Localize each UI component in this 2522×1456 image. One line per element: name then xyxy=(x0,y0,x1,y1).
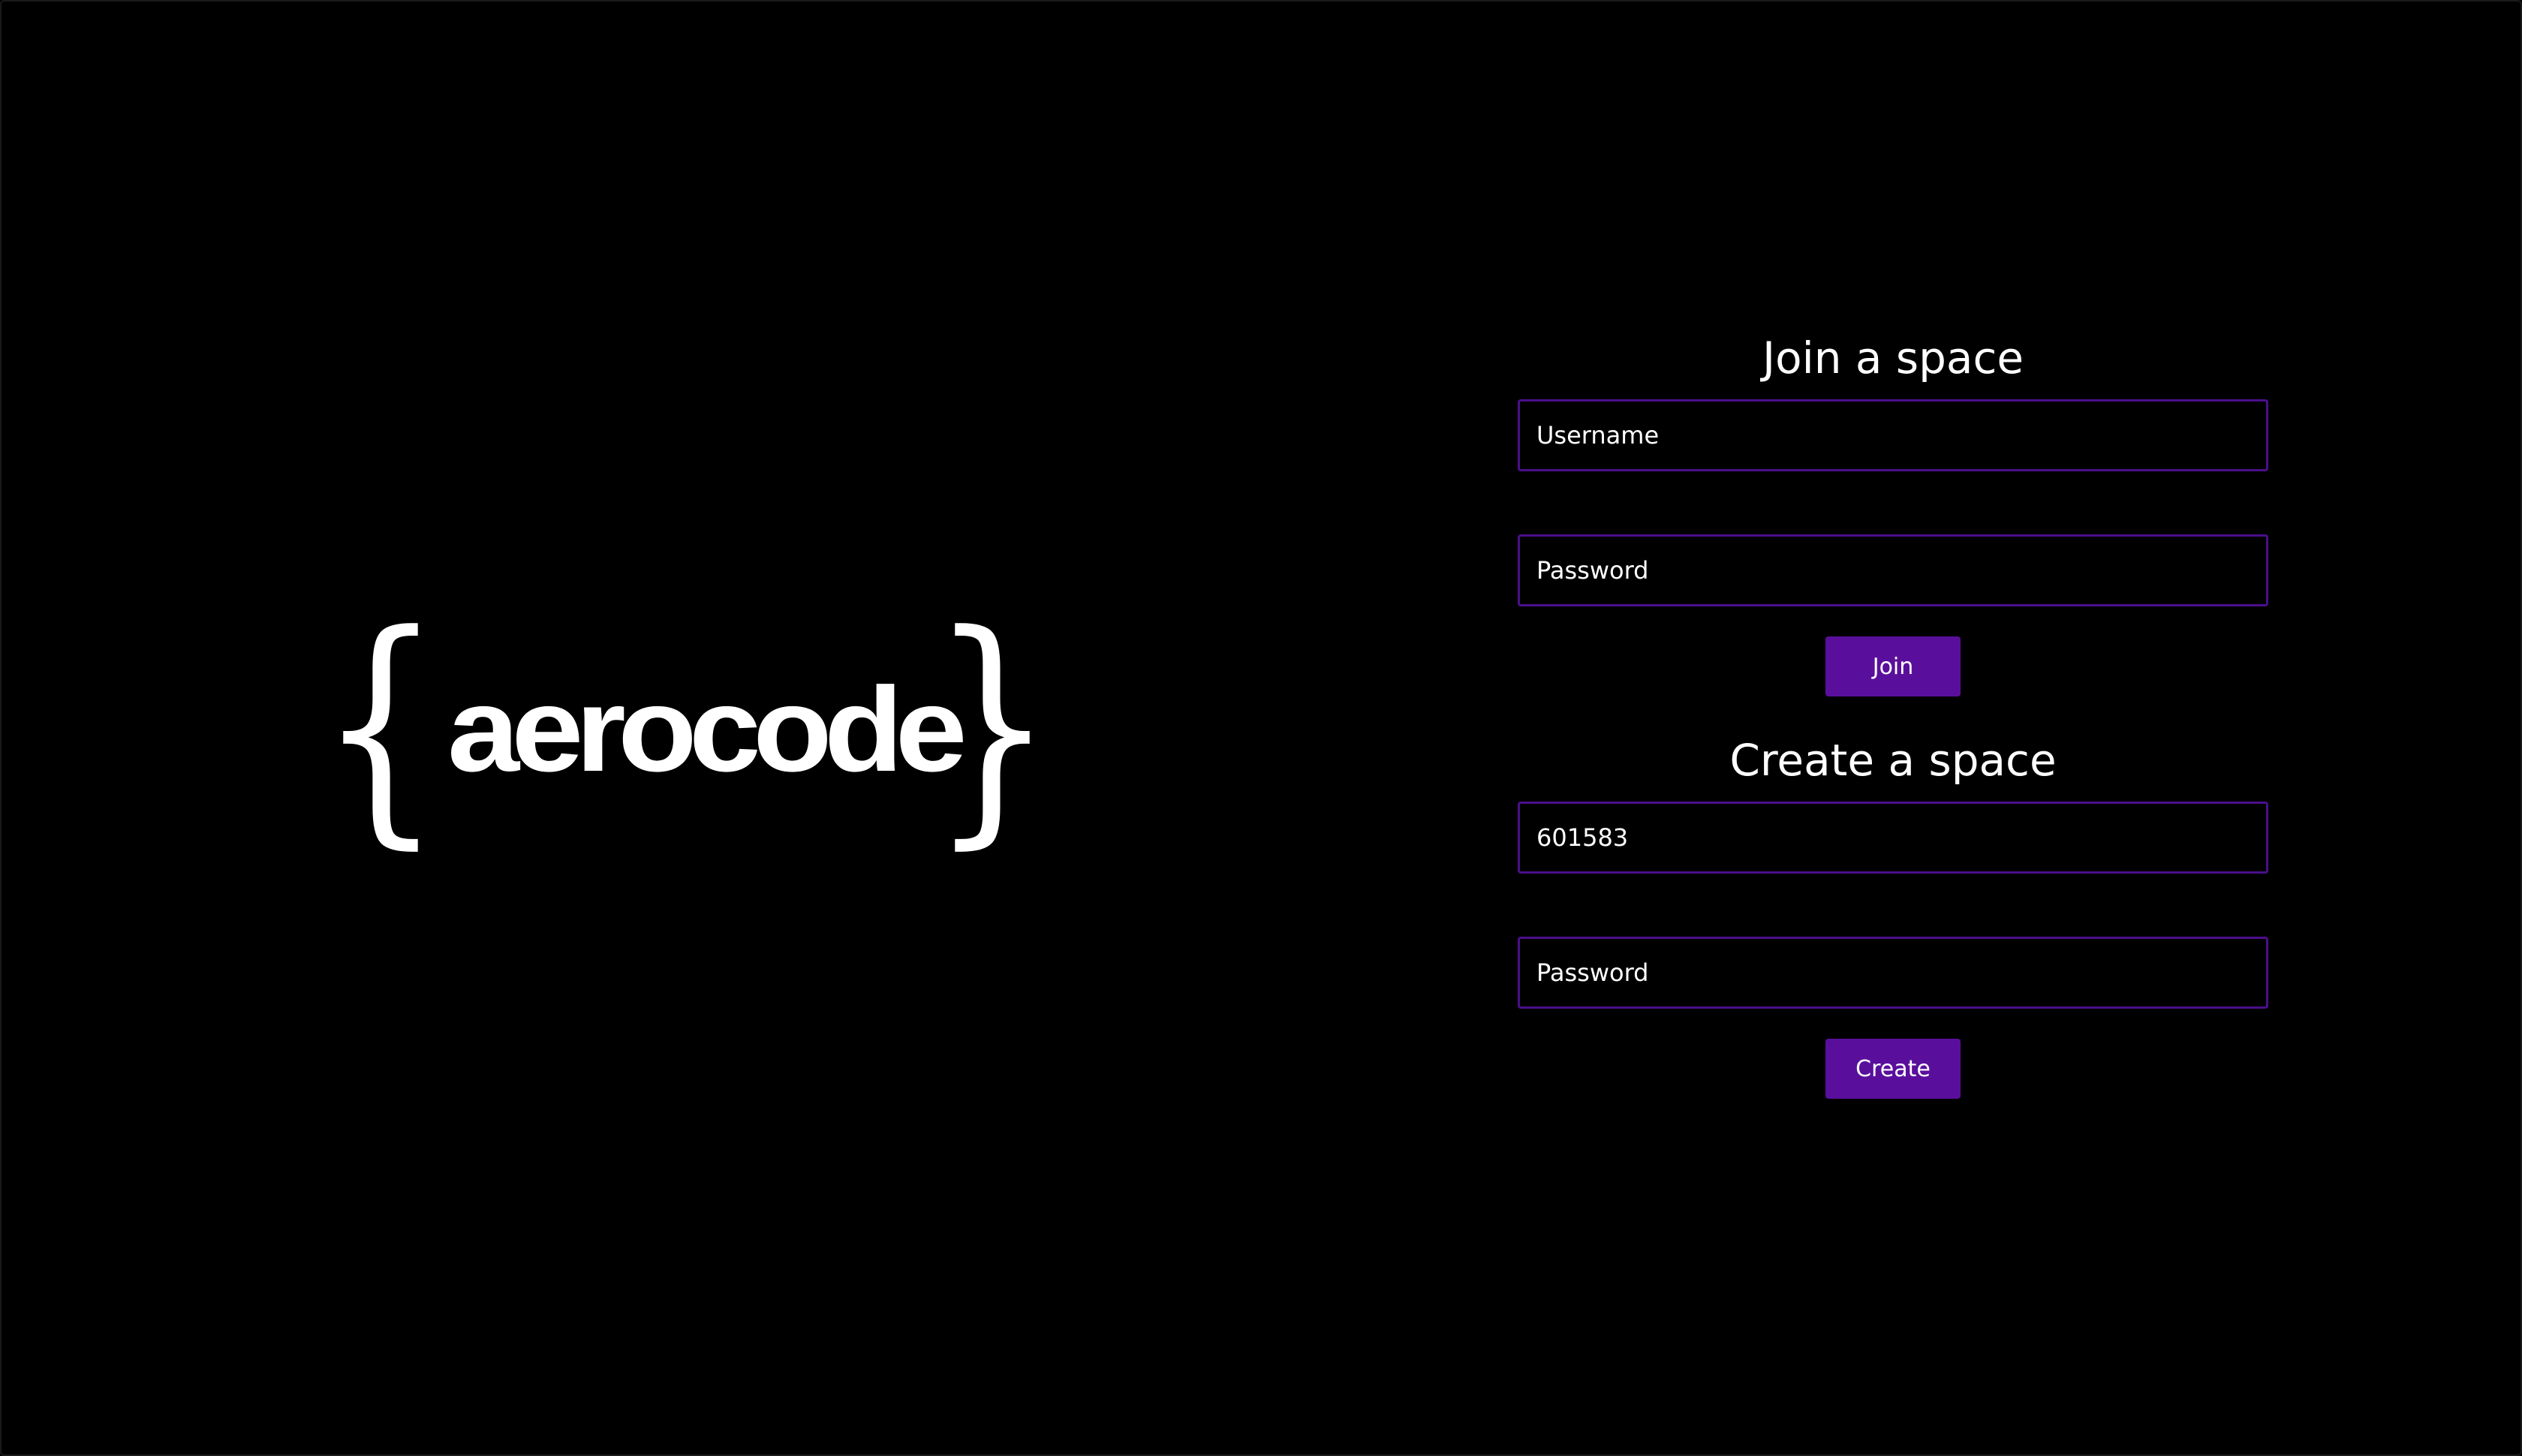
join-button-row: Join xyxy=(1518,636,2268,696)
space-forms-panel: Join a space Join Create a space Create xyxy=(1518,317,2268,1099)
create-space-title: Create a space xyxy=(1729,735,2057,786)
create-space-form: Create a space Create xyxy=(1518,719,2268,1099)
logo-wordmark: aerocode xyxy=(447,662,968,796)
join-password-input[interactable] xyxy=(1518,534,2268,606)
create-password-input[interactable] xyxy=(1518,937,2268,1009)
create-button-row: Create xyxy=(1518,1039,2268,1099)
landing-page: { aerocode } Join a space Join Create a … xyxy=(0,0,2522,1456)
join-username-input[interactable] xyxy=(1518,399,2268,471)
join-button[interactable]: Join xyxy=(1825,636,1961,696)
aerocode-logo: { aerocode } xyxy=(302,602,1054,850)
logo-open-brace: { xyxy=(319,582,442,870)
logo-close-brace: } xyxy=(931,582,1055,870)
create-space-id-input[interactable] xyxy=(1518,802,2268,874)
create-button[interactable]: Create xyxy=(1825,1039,1961,1099)
join-space-title: Join a space xyxy=(1762,332,2024,384)
join-space-form: Join a space Join xyxy=(1518,317,2268,696)
